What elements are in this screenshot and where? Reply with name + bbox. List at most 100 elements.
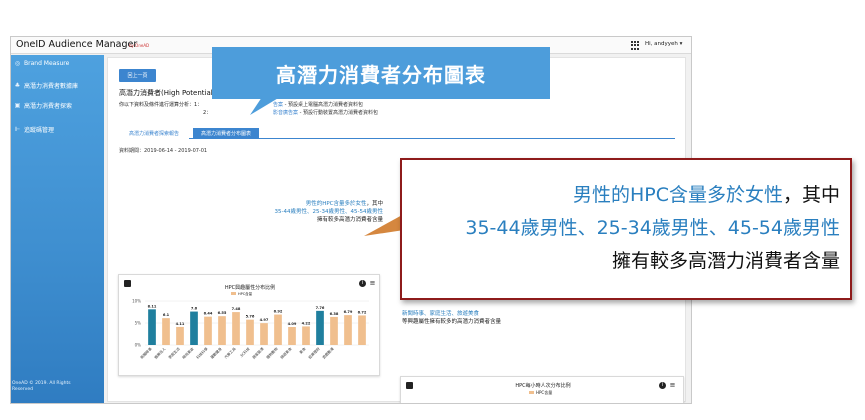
x-tick-label: 汽車工具 [223, 346, 237, 360]
sidebar: ◎ Brand Measure ♣ 高潛力消費者數據庫 ▣ 高潛力消費者探索 ⊩… [11, 55, 104, 403]
callout-pointer-icon [364, 214, 404, 236]
x-tick-label: 旅遊美食 [279, 346, 293, 360]
data-label: 4.97 [260, 318, 269, 322]
sidebar-item-label: Brand Measure [24, 59, 70, 67]
explore-icon: ▣ [14, 101, 21, 109]
x-tick-label: 家庭生活 [167, 346, 181, 360]
presentation-slide: OneID Audience Manager by OneAD Hi, andy… [0, 0, 865, 420]
app-title: OneID Audience Manager [16, 39, 138, 50]
bar [330, 316, 338, 345]
bar [148, 309, 156, 345]
bar [302, 326, 310, 345]
analysis-description: 你以下資料及條件進行運算分析：1： [119, 102, 203, 108]
sidebar-item-brand-measure[interactable]: ◎ Brand Measure [14, 57, 69, 69]
data-label: 6.79 [344, 310, 353, 314]
sidebar-footer: OneAD © 2019. All Rights Reserved [12, 381, 71, 392]
bar [176, 326, 184, 345]
sidebar-item-tracking-code[interactable]: ⊩ 追蹤碼管理 [14, 123, 54, 135]
insight-text: 男性的HPC含量多於女性，其中 35-44歲男性、25-34歲男性、45-54歲… [238, 200, 383, 224]
insight-segments: 35-44歲男性、25-34歲男性、45-54歲男性 [274, 209, 383, 215]
info-icon[interactable]: i [359, 280, 366, 287]
x-tick-label: 科技科學 [195, 346, 209, 360]
tab-explore-report[interactable]: 高潛力消費者探索報告 [119, 128, 189, 139]
x-tick-label: 美食 [298, 346, 307, 355]
y-tick-label: 5% [135, 321, 142, 326]
sidebar-item-label: 追蹤碼管理 [24, 126, 55, 134]
callout-highlight: 男性的HPC含量多於女性 [572, 184, 783, 206]
tab-distribution-chart[interactable]: 高潛力消費者分布圖表 [193, 128, 259, 139]
x-tick-label: 時尚美妝 [181, 346, 195, 360]
data-label: 7.76 [316, 306, 325, 310]
date-range: 資料期間：2019-06-14 - 2019-07-01 [119, 148, 208, 154]
interest-chart-card: i ≡ HPC興趣屬性分布比例 HPC含量 10% 5% 0% 8.11 6.1 4.11 7.… [118, 274, 380, 376]
bar [162, 318, 170, 345]
apps-grid-icon[interactable] [631, 41, 640, 50]
insight-highlight: 男性的HPC含量多於女性 [305, 201, 367, 207]
sidebar-item-hpc-database[interactable]: ♣ 高潛力消費者數據庫 [14, 79, 78, 91]
interest-bar-chart: HPC興趣屬性分布比例HPC含量 10% 5% 0% 8.11 6.1 4.11 7.6 6.4… [132, 284, 369, 360]
info-icon[interactable]: i [659, 382, 666, 389]
package-text: - 預設行動裝置高潛力消費者資料包 [298, 110, 379, 116]
data-label: 6.38 [330, 312, 339, 316]
hourly-chart-card: HPC每小時人次分布比例 i ≡ HPC含量 [400, 376, 684, 403]
back-button[interactable]: 回上一頁 [119, 69, 156, 82]
callout-line-3: 擁有較多高潛力消費者含量 [611, 250, 840, 272]
legend-label: HPC含量 [238, 291, 253, 296]
x-tick-label: 投資理財 [307, 346, 321, 360]
insight-conclusion: 擁有較多高潛力消費者含量 [316, 217, 383, 223]
chart-title: HPC興趣屬性分布比例 [225, 284, 275, 291]
menu-icon[interactable]: ≡ [369, 280, 376, 287]
callout-line-2: 35-44歲男性、25-34歲男性、45-54歲男性 [465, 217, 840, 239]
bar [344, 315, 352, 345]
sidebar-item-label: 高潛力消費者數據庫 [24, 82, 79, 90]
bar [316, 310, 324, 345]
report-tabs: 高潛力消費者探索報告 高潛力消費者分布圖表 [119, 128, 675, 139]
x-tick-label: 3C科技 [239, 346, 251, 358]
download-icon[interactable] [406, 382, 413, 389]
page-title: 高潛力消費者(High Potential [119, 89, 213, 97]
x-tick-label: 居家裝潢 [251, 346, 265, 360]
bar [246, 319, 254, 345]
data-label: 7.48 [232, 307, 241, 311]
banner-pointer-icon [250, 97, 280, 115]
bar [358, 315, 366, 345]
data-label: 6.44 [204, 312, 213, 316]
callout-suffix: ，其中 [782, 184, 840, 206]
data-label: 6.1 [163, 313, 170, 317]
y-tick-label: 0% [135, 343, 142, 348]
user-menu[interactable]: Hi, andyyeh ▾ [645, 41, 682, 47]
data-label: 6.92 [274, 310, 283, 314]
data-label: 4.09 [288, 322, 297, 326]
bar [288, 327, 296, 345]
hourly-chart-title: HPC每小時人次分布比例 [515, 383, 571, 389]
bar [260, 323, 268, 345]
sidebar-item-hpc-explore[interactable]: ▣ 高潛力消費者探索 [14, 99, 72, 111]
data-label: 8.11 [148, 304, 157, 308]
download-icon[interactable] [124, 280, 131, 287]
x-tick-label: 新聞時事 [139, 346, 153, 360]
interest-insight: 新聞時事、家庭生活、旅遊美食 等興趣屬性擁有較多的高潛力消費者含量 [402, 310, 501, 326]
data-label: 6.72 [358, 310, 367, 314]
bar [232, 312, 240, 345]
x-tick-label: 寵物動物 [265, 346, 279, 360]
legend-swatch [231, 292, 236, 295]
data-label: 5.76 [246, 315, 255, 319]
bar [190, 311, 198, 345]
data-package-desktop: 告案 - 預設桌上電腦高潛力消費者資料包 [273, 101, 363, 108]
analysis-description-2: 2： [203, 110, 212, 116]
bar [218, 316, 226, 345]
data-package-mobile: 影音廣告案 - 預設行動裝置高潛力消費者資料包 [273, 109, 378, 116]
data-label: 7.6 [191, 307, 198, 311]
bar [274, 314, 282, 345]
x-tick-label: 遊戲動漫 [321, 346, 335, 360]
interest-conclusion: 等興趣屬性擁有較多的高潛力消費者含量 [402, 319, 502, 325]
x-tick-label: 運動健身 [209, 346, 223, 360]
bar [204, 316, 212, 345]
database-icon: ♣ [14, 81, 21, 89]
brand-measure-icon: ◎ [14, 59, 21, 67]
tracking-icon: ⊩ [14, 125, 21, 133]
interest-highlight: 新聞時事、家庭生活、旅遊美食 [402, 311, 480, 317]
menu-icon[interactable]: ≡ [669, 382, 676, 389]
hourly-chart-legend: HPC含量 [529, 390, 552, 396]
data-label: 6.55 [218, 311, 227, 315]
